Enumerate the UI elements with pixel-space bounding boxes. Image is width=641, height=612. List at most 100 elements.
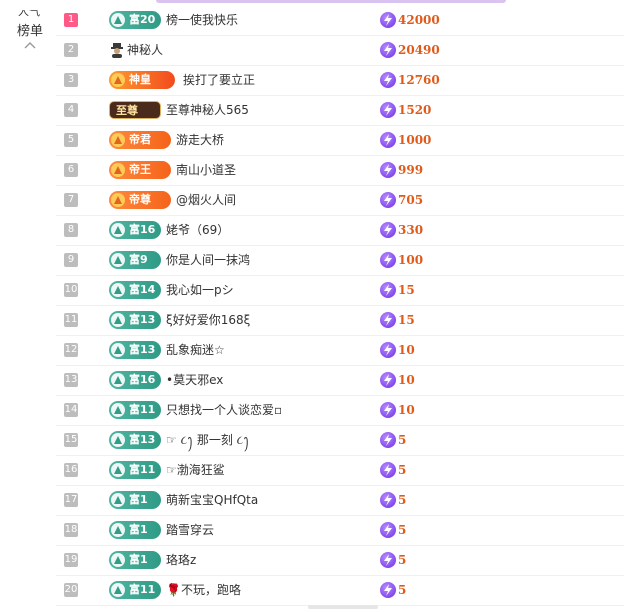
lightning-coin-icon bbox=[380, 12, 396, 28]
lightning-coin-icon bbox=[380, 582, 396, 598]
sidebar-tab-ranking[interactable]: 榜单 bbox=[17, 24, 43, 40]
rank-number: 7 bbox=[64, 193, 78, 207]
lightning-coin-icon bbox=[380, 102, 396, 118]
lightning-coin-icon bbox=[380, 72, 396, 88]
contribution-score: 5 bbox=[398, 493, 407, 507]
user-name[interactable]: 南山小道圣 bbox=[176, 162, 236, 178]
ranking-row[interactable]: 16 富11 ☞渤海狂鲨 5 bbox=[56, 455, 624, 486]
contribution-score: 12760 bbox=[398, 73, 440, 87]
user-name[interactable]: 踏雪穿云 bbox=[166, 522, 214, 538]
badge-label: 富11 bbox=[129, 463, 156, 476]
wealth-level-badge: 富11 bbox=[109, 401, 161, 419]
triangle-icon bbox=[111, 313, 125, 327]
mystery-avatar-icon bbox=[111, 43, 123, 58]
ranking-row[interactable]: 11 富13 ξ好好爱你168ξ 15 bbox=[56, 305, 624, 336]
ranking-row[interactable]: 1 富20 榜一使我快乐 42000 bbox=[56, 5, 624, 36]
scroll-indicator[interactable] bbox=[308, 605, 378, 609]
wealth-level-badge: 富1 bbox=[109, 491, 161, 509]
rank-number: 18 bbox=[64, 523, 78, 537]
contribution-score: 330 bbox=[398, 223, 424, 237]
user-name[interactable]: 神秘人 bbox=[127, 42, 163, 58]
user-name[interactable]: @烟火人间 bbox=[176, 192, 236, 208]
user-name[interactable]: 珞珞z bbox=[166, 552, 196, 568]
ranking-row[interactable]: 13 富16 •莫天邪ex 10 bbox=[56, 365, 624, 396]
user-name[interactable]: 至尊神秘人565 bbox=[166, 102, 249, 118]
badge-label: 至尊 bbox=[116, 104, 138, 117]
lightning-coin-icon bbox=[380, 192, 396, 208]
ranking-row[interactable]: 2 神秘人 20490 bbox=[56, 35, 624, 66]
wealth-level-badge: 富20 bbox=[109, 11, 161, 29]
badge-label: 帝君 bbox=[129, 133, 151, 146]
lightning-coin-icon bbox=[380, 42, 396, 58]
ranking-row[interactable]: 15 富13 ☞ ૮ꫂ 那一刻 ૮ꫂ 5 bbox=[56, 425, 624, 456]
noble-rank-badge: 帝君 bbox=[109, 131, 171, 149]
user-name[interactable]: 榜一使我快乐 bbox=[166, 12, 238, 28]
user-name[interactable]: 姥爷（69） bbox=[166, 222, 229, 238]
badge-label: 富11 bbox=[129, 583, 156, 596]
ranking-row[interactable]: 17 富1 萌新宝宝QHfQta 5 bbox=[56, 485, 624, 516]
contribution-score: 5 bbox=[398, 553, 407, 567]
rank-number: 19 bbox=[64, 553, 78, 567]
chevron-up-icon[interactable] bbox=[23, 40, 37, 50]
lightning-coin-icon bbox=[380, 162, 396, 178]
triangle-icon bbox=[111, 253, 125, 267]
user-name[interactable]: 萌新宝宝QHfQta bbox=[166, 492, 258, 508]
lightning-coin-icon bbox=[380, 342, 396, 358]
crown-icon bbox=[111, 133, 125, 147]
rank-number: 9 bbox=[64, 253, 78, 267]
user-name[interactable]: ξ好好爱你168ξ bbox=[166, 312, 250, 328]
ranking-row[interactable]: 20 富11 🌹不玩，跑咯 5 bbox=[56, 575, 624, 606]
ranking-row[interactable]: 3 神皇 挨打了要立正 12760 bbox=[56, 65, 624, 96]
wealth-level-badge: 富1 bbox=[109, 551, 161, 569]
rank-number: 2 bbox=[64, 43, 78, 57]
triangle-icon bbox=[111, 13, 125, 27]
crown-icon bbox=[111, 73, 125, 87]
badge-label: 富14 bbox=[129, 283, 156, 296]
badge-label: 神皇 bbox=[129, 73, 151, 86]
ranking-row[interactable]: 9 富9 你是人间一抹鸿 100 bbox=[56, 245, 624, 276]
ranking-row[interactable]: 12 富13 乱象痴迷☆ 10 bbox=[56, 335, 624, 366]
user-name[interactable]: 挨打了要立正 bbox=[183, 72, 255, 88]
noble-rank-badge: 帝尊 bbox=[109, 191, 171, 209]
ranking-row[interactable]: 19 富1 珞珞z 5 bbox=[56, 545, 624, 576]
ranking-row[interactable]: 18 富1 踏雪穿云 5 bbox=[56, 515, 624, 546]
ranking-row[interactable]: 7 帝尊 @烟火人间 705 bbox=[56, 185, 624, 216]
contribution-score: 100 bbox=[398, 253, 424, 267]
triangle-icon bbox=[111, 433, 125, 447]
rank-number: 5 bbox=[64, 133, 78, 147]
user-name[interactable]: •莫天邪ex bbox=[166, 372, 223, 388]
triangle-icon bbox=[111, 583, 125, 597]
ranking-row[interactable]: 4 至尊 至尊神秘人565 1520 bbox=[56, 95, 624, 126]
contribution-score: 5 bbox=[398, 463, 407, 477]
user-name[interactable]: ☞ ૮ꫂ 那一刻 ૮ꫂ bbox=[166, 432, 249, 448]
badge-label: 富16 bbox=[129, 223, 156, 236]
contribution-score: 15 bbox=[398, 283, 415, 297]
rank-number: 8 bbox=[64, 223, 78, 237]
user-name[interactable]: 游走大桥 bbox=[176, 132, 224, 148]
user-name[interactable]: 我心如一pシ bbox=[166, 282, 234, 298]
badge-label: 富13 bbox=[129, 313, 156, 326]
rank-number: 16 bbox=[64, 463, 78, 477]
user-name[interactable]: 🌹不玩，跑咯 bbox=[166, 582, 241, 598]
contribution-score: 10 bbox=[398, 373, 415, 387]
ranking-row[interactable]: 14 富11 只想找一个人谈恋爱▫ 10 bbox=[56, 395, 624, 426]
triangle-icon bbox=[111, 553, 125, 567]
user-name[interactable]: 你是人间一抹鸿 bbox=[166, 252, 250, 268]
user-name[interactable]: 乱象痴迷☆ bbox=[166, 342, 225, 358]
user-name[interactable]: ☞渤海狂鲨 bbox=[166, 462, 225, 478]
user-name[interactable]: 只想找一个人谈恋爱▫ bbox=[166, 402, 282, 418]
triangle-icon bbox=[111, 463, 125, 477]
contribution-score: 5 bbox=[398, 433, 407, 447]
ranking-row[interactable]: 8 富16 姥爷（69） 330 bbox=[56, 215, 624, 246]
ranking-row[interactable]: 6 帝王 南山小道圣 999 bbox=[56, 155, 624, 186]
badge-label: 富20 bbox=[129, 13, 156, 26]
badge-label: 富11 bbox=[129, 403, 156, 416]
triangle-icon bbox=[111, 223, 125, 237]
rank-number: 1 bbox=[64, 13, 78, 27]
lightning-coin-icon bbox=[380, 462, 396, 478]
ranking-row[interactable]: 5 帝君 游走大桥 1000 bbox=[56, 125, 624, 156]
rank-number: 20 bbox=[64, 583, 78, 597]
wealth-level-badge: 富1 bbox=[109, 521, 161, 539]
rank-number: 14 bbox=[64, 403, 78, 417]
ranking-row[interactable]: 10 富14 我心如一pシ 15 bbox=[56, 275, 624, 306]
